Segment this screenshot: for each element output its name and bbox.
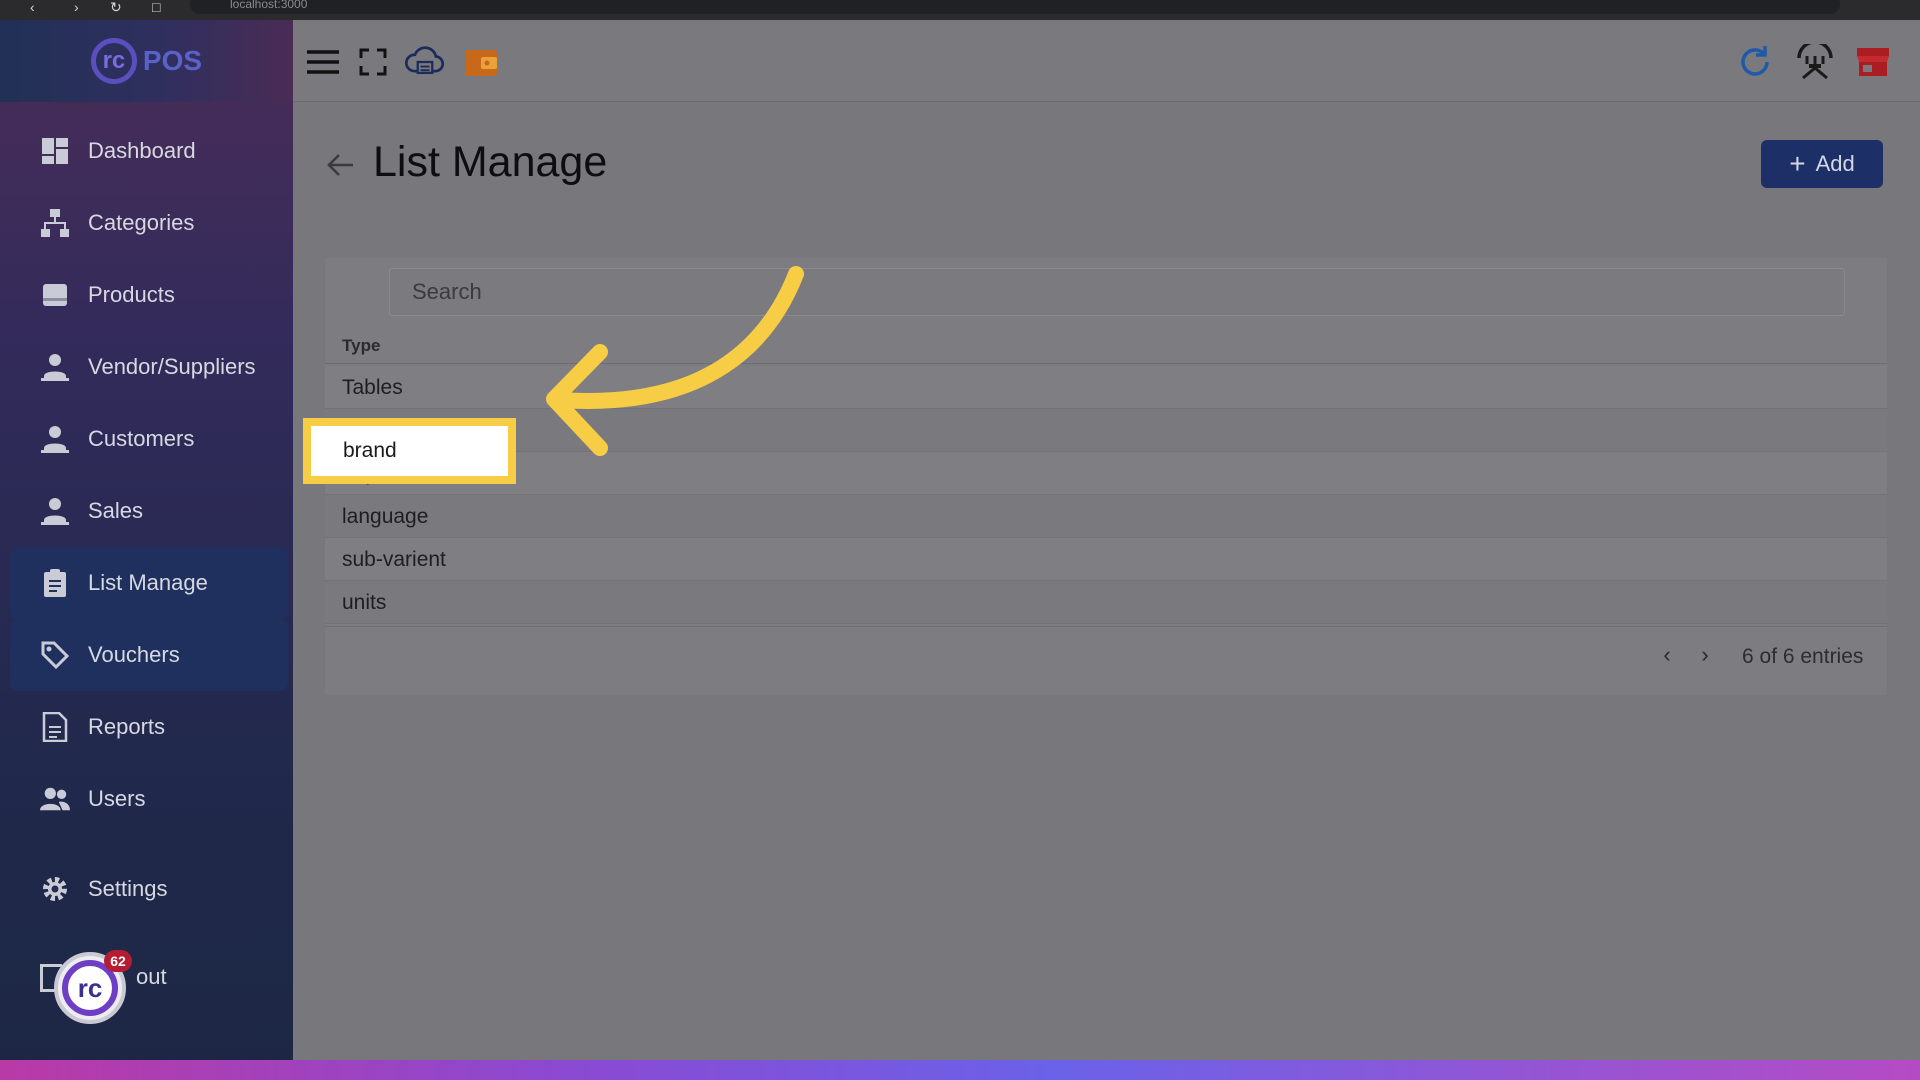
cloud-print-icon[interactable] bbox=[405, 42, 445, 82]
app-logo[interactable]: rc POS bbox=[0, 20, 293, 102]
sidebar-item-label: Products bbox=[88, 282, 175, 307]
top-toolbar bbox=[293, 20, 1920, 102]
app-root: rc POS Dashboard Categories Products Ven… bbox=[0, 20, 1920, 1060]
main-content: List Manage + Add Type Tables brand depa… bbox=[293, 20, 1920, 1060]
table-row[interactable]: language bbox=[325, 495, 1887, 538]
highlighted-row-brand[interactable]: brand bbox=[303, 418, 516, 484]
users-icon bbox=[40, 784, 70, 814]
sidebar-menu: Dashboard Categories Products Vendor/Sup… bbox=[10, 115, 288, 925]
browser-bar: ‹ › ↻ □ localhost:3000 bbox=[0, 0, 1920, 20]
back-icon[interactable]: ‹ bbox=[30, 0, 35, 14]
table-row[interactable]: units bbox=[325, 581, 1887, 624]
url-bar[interactable]: localhost:3000 bbox=[190, 0, 1840, 14]
sidebar-item-label: Vouchers bbox=[88, 642, 180, 667]
url-text: localhost:3000 bbox=[230, 0, 308, 11]
sidebar: rc POS Dashboard Categories Products Ven… bbox=[0, 20, 293, 1060]
wallet-icon[interactable] bbox=[461, 42, 501, 82]
sidebar-item-label: Settings bbox=[88, 876, 168, 901]
sidebar-item-label: Dashboard bbox=[88, 138, 196, 163]
logo-mark-text: rc bbox=[102, 47, 126, 74]
reload-icon[interactable]: ↻ bbox=[110, 0, 122, 14]
sidebar-item-label: Reports bbox=[88, 714, 166, 739]
logo-text: POS bbox=[142, 45, 203, 76]
store-icon[interactable] bbox=[1853, 42, 1893, 82]
notification-badge: 62 bbox=[104, 950, 132, 972]
refresh-icon[interactable] bbox=[1735, 42, 1775, 82]
chevron-right-icon[interactable]: › bbox=[1693, 643, 1717, 667]
sidebar-item-products[interactable]: Products bbox=[10, 259, 288, 331]
sidebar-item-reports[interactable]: Reports bbox=[10, 691, 288, 763]
fullscreen-icon[interactable] bbox=[353, 42, 393, 82]
sidebar-item-label: Customers bbox=[88, 426, 195, 451]
sidebar-item-categories[interactable]: Categories bbox=[10, 187, 288, 259]
dashboard-icon bbox=[40, 136, 70, 166]
hamburger-menu-icon[interactable] bbox=[303, 42, 343, 82]
document-icon bbox=[40, 712, 70, 742]
sidebar-item-label: List Manage bbox=[88, 570, 208, 595]
entries-count: 6 of 6 entries bbox=[1742, 645, 1864, 668]
sidebar-item-vendor-suppliers[interactable]: Vendor/Suppliers bbox=[10, 331, 288, 403]
sidebar-item-dashboard[interactable]: Dashboard bbox=[10, 115, 288, 187]
pagination: ‹ › 6 of 6 entries bbox=[325, 626, 1887, 686]
bottom-gradient-strip bbox=[0, 1060, 1920, 1080]
page-header: List Manage + Add bbox=[293, 120, 1920, 200]
add-button-label: Add bbox=[1815, 151, 1855, 176]
sidebar-item-label: out bbox=[136, 964, 167, 989]
sidebar-item-list-manage[interactable]: List Manage bbox=[10, 547, 288, 619]
person-icon bbox=[40, 496, 70, 526]
box-icon bbox=[40, 280, 70, 310]
sidebar-item-label: Users bbox=[88, 786, 146, 811]
sidebar-item-sales[interactable]: Sales bbox=[10, 475, 288, 547]
table-row[interactable]: sub-varient bbox=[325, 538, 1887, 581]
fab-mark-text: rc bbox=[77, 972, 103, 1003]
clipboard-icon bbox=[40, 568, 70, 598]
network-sync-icon[interactable] bbox=[1795, 42, 1835, 82]
highlighted-row-label: brand bbox=[343, 439, 397, 462]
person-icon bbox=[40, 352, 70, 382]
sidebar-item-vouchers[interactable]: Vouchers bbox=[10, 619, 288, 691]
page-title: List Manage bbox=[373, 138, 608, 186]
pointer-arrow-annotation bbox=[546, 266, 804, 456]
back-arrow-icon[interactable] bbox=[325, 150, 355, 180]
chevron-left-icon[interactable]: ‹ bbox=[1655, 643, 1679, 667]
home-icon[interactable]: □ bbox=[152, 0, 160, 14]
sidebar-item-label: Sales bbox=[88, 498, 144, 523]
logo-icon: rc bbox=[90, 38, 137, 84]
sidebar-item-label: Categories bbox=[88, 210, 195, 235]
gear-icon bbox=[40, 874, 70, 904]
sidebar-item-customers[interactable]: Customers bbox=[10, 403, 288, 475]
sidebar-item-label: Vendor/Suppliers bbox=[88, 354, 256, 379]
sidebar-item-users[interactable]: Users bbox=[10, 763, 288, 835]
sidebar-item-settings[interactable]: Settings bbox=[10, 853, 288, 925]
plus-icon: + bbox=[1789, 148, 1806, 179]
sitemap-icon bbox=[40, 208, 70, 238]
forward-icon[interactable]: › bbox=[74, 0, 79, 14]
person-icon bbox=[40, 424, 70, 454]
tag-icon bbox=[40, 640, 70, 670]
add-button[interactable]: + Add bbox=[1761, 140, 1883, 188]
